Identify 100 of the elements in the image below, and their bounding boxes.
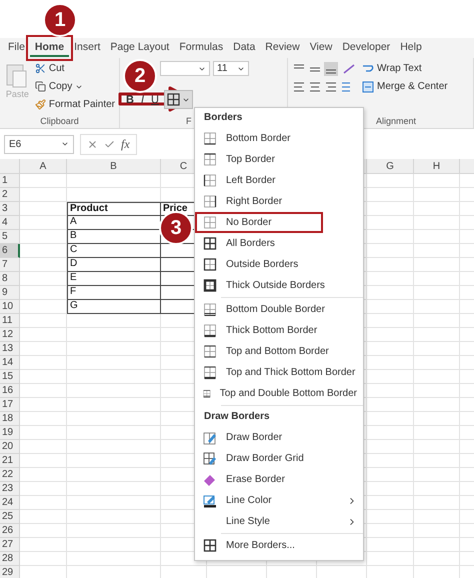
row-header[interactable]: 2 bbox=[0, 188, 20, 202]
row-header[interactable]: 9 bbox=[0, 286, 20, 300]
ribbon-tab[interactable]: File bbox=[3, 39, 30, 57]
menu-item[interactable]: Erase Border bbox=[195, 469, 363, 490]
format-painter-button[interactable]: Format Painter bbox=[34, 97, 115, 112]
table-cell bbox=[414, 188, 460, 202]
ribbon-tab[interactable]: Data bbox=[228, 39, 260, 57]
menu-item[interactable]: Draw Border bbox=[195, 427, 363, 448]
column-header[interactable]: H bbox=[414, 159, 460, 174]
table-cell bbox=[20, 272, 67, 286]
menu-item[interactable]: Top and Double Bottom Border bbox=[195, 383, 363, 404]
row-header[interactable]: 17 bbox=[0, 398, 20, 412]
row-header[interactable]: 19 bbox=[0, 426, 20, 440]
copy-button[interactable]: Copy bbox=[34, 79, 115, 94]
row-header[interactable]: 15 bbox=[0, 370, 20, 384]
table-cell bbox=[367, 370, 414, 384]
ribbon-tab[interactable]: View bbox=[304, 39, 338, 57]
row-header[interactable]: 29 bbox=[0, 566, 20, 578]
row-header[interactable]: 11 bbox=[0, 314, 20, 328]
table-cell bbox=[367, 300, 414, 314]
underline-button[interactable]: U bbox=[149, 91, 161, 108]
table-cell: Product bbox=[67, 202, 161, 216]
menu-item[interactable]: Draw Border Grid bbox=[195, 448, 363, 469]
row-header[interactable]: 24 bbox=[0, 496, 20, 510]
ribbon-tab[interactable]: Developer bbox=[337, 39, 396, 57]
row-header[interactable]: 3 bbox=[0, 202, 20, 216]
row-header[interactable]: 18 bbox=[0, 412, 20, 426]
table-cell bbox=[367, 524, 414, 538]
row-header[interactable]: 16 bbox=[0, 384, 20, 398]
menu-item[interactable]: Outside Borders bbox=[195, 254, 363, 275]
row-header[interactable]: 13 bbox=[0, 342, 20, 356]
font-size-field[interactable]: 11 bbox=[213, 61, 249, 76]
ribbon-tab[interactable]: Review bbox=[260, 39, 305, 57]
border-icon bbox=[203, 236, 217, 250]
table-cell bbox=[367, 468, 414, 482]
row-header[interactable]: 10 bbox=[0, 300, 20, 314]
cancel-icon[interactable] bbox=[87, 138, 98, 150]
menu-item[interactable]: Line Style bbox=[195, 511, 363, 532]
table-cell bbox=[414, 356, 460, 370]
menu-item[interactable]: Bottom Border bbox=[195, 128, 363, 149]
table-cell bbox=[367, 314, 414, 328]
row-header[interactable]: 28 bbox=[0, 552, 20, 566]
row-header[interactable]: 1 bbox=[0, 174, 20, 188]
row-header[interactable]: 27 bbox=[0, 538, 20, 552]
cut-button[interactable]: Cut bbox=[34, 61, 115, 76]
enter-icon[interactable] bbox=[104, 138, 115, 150]
table-cell: E bbox=[67, 272, 161, 286]
insert-function-button[interactable]: fx bbox=[121, 136, 130, 152]
table-cell bbox=[414, 538, 460, 552]
menu-item[interactable]: Top and Thick Bottom Border bbox=[195, 362, 363, 383]
row-header[interactable]: 6 bbox=[0, 244, 20, 258]
table-cell bbox=[20, 188, 67, 202]
table-cell bbox=[20, 412, 67, 426]
row-header[interactable]: 21 bbox=[0, 454, 20, 468]
row-header[interactable]: 25 bbox=[0, 510, 20, 524]
font-name-field[interactable] bbox=[160, 61, 210, 76]
menu-item[interactable]: All Borders bbox=[195, 233, 363, 254]
ribbon-tab[interactable]: Insert bbox=[69, 39, 106, 57]
row-header[interactable]: 4 bbox=[0, 216, 20, 230]
column-header[interactable]: G bbox=[367, 159, 414, 174]
row-header[interactable]: 8 bbox=[0, 272, 20, 286]
row-header[interactable]: 20 bbox=[0, 440, 20, 454]
table-cell bbox=[367, 426, 414, 440]
ribbon-tab[interactable]: Help bbox=[395, 39, 427, 57]
caret-icon[interactable] bbox=[61, 140, 69, 148]
row-header[interactable]: 23 bbox=[0, 482, 20, 496]
table-cell: G bbox=[67, 300, 161, 314]
italic-button[interactable]: I bbox=[138, 91, 146, 108]
table-cell bbox=[20, 482, 67, 496]
table-cell bbox=[367, 384, 414, 398]
ribbon-tab[interactable]: Formulas bbox=[174, 39, 228, 57]
name-box[interactable]: E6 bbox=[4, 134, 74, 154]
menu-item[interactable]: Top and Bottom Border bbox=[195, 341, 363, 362]
table-cell bbox=[414, 258, 460, 272]
pencil-icon bbox=[203, 494, 217, 508]
table-cell bbox=[20, 230, 67, 244]
row-header[interactable]: 7 bbox=[0, 258, 20, 272]
row-header[interactable]: 5 bbox=[0, 230, 20, 244]
menu-item[interactable]: More Borders... bbox=[195, 535, 363, 556]
menu-item[interactable]: Thick Outside Borders bbox=[195, 275, 363, 296]
menu-item[interactable]: Thick Bottom Border bbox=[195, 320, 363, 341]
border-icon bbox=[203, 174, 217, 188]
row-header[interactable]: 12 bbox=[0, 328, 20, 342]
merge-center-button[interactable]: Merge & Center bbox=[362, 79, 448, 94]
row-header[interactable]: 26 bbox=[0, 524, 20, 538]
pencil-grid-icon bbox=[203, 452, 217, 466]
column-header[interactable]: A bbox=[20, 159, 67, 174]
table-cell bbox=[20, 286, 67, 300]
group-label: Clipboard bbox=[40, 116, 79, 126]
column-header[interactable]: B bbox=[67, 159, 161, 174]
ribbon-tab[interactable]: Page Layout bbox=[105, 39, 174, 57]
menu-item[interactable]: Line Color bbox=[195, 490, 363, 511]
bold-button[interactable]: B bbox=[124, 91, 136, 108]
menu-item[interactable]: Bottom Double Border bbox=[195, 299, 363, 320]
borders-button[interactable] bbox=[164, 90, 193, 109]
border-icon bbox=[166, 93, 180, 106]
row-header[interactable]: 14 bbox=[0, 356, 20, 370]
table-cell bbox=[20, 356, 67, 370]
wrap-text-button[interactable]: Wrap Text bbox=[362, 61, 448, 76]
row-header[interactable]: 22 bbox=[0, 468, 20, 482]
